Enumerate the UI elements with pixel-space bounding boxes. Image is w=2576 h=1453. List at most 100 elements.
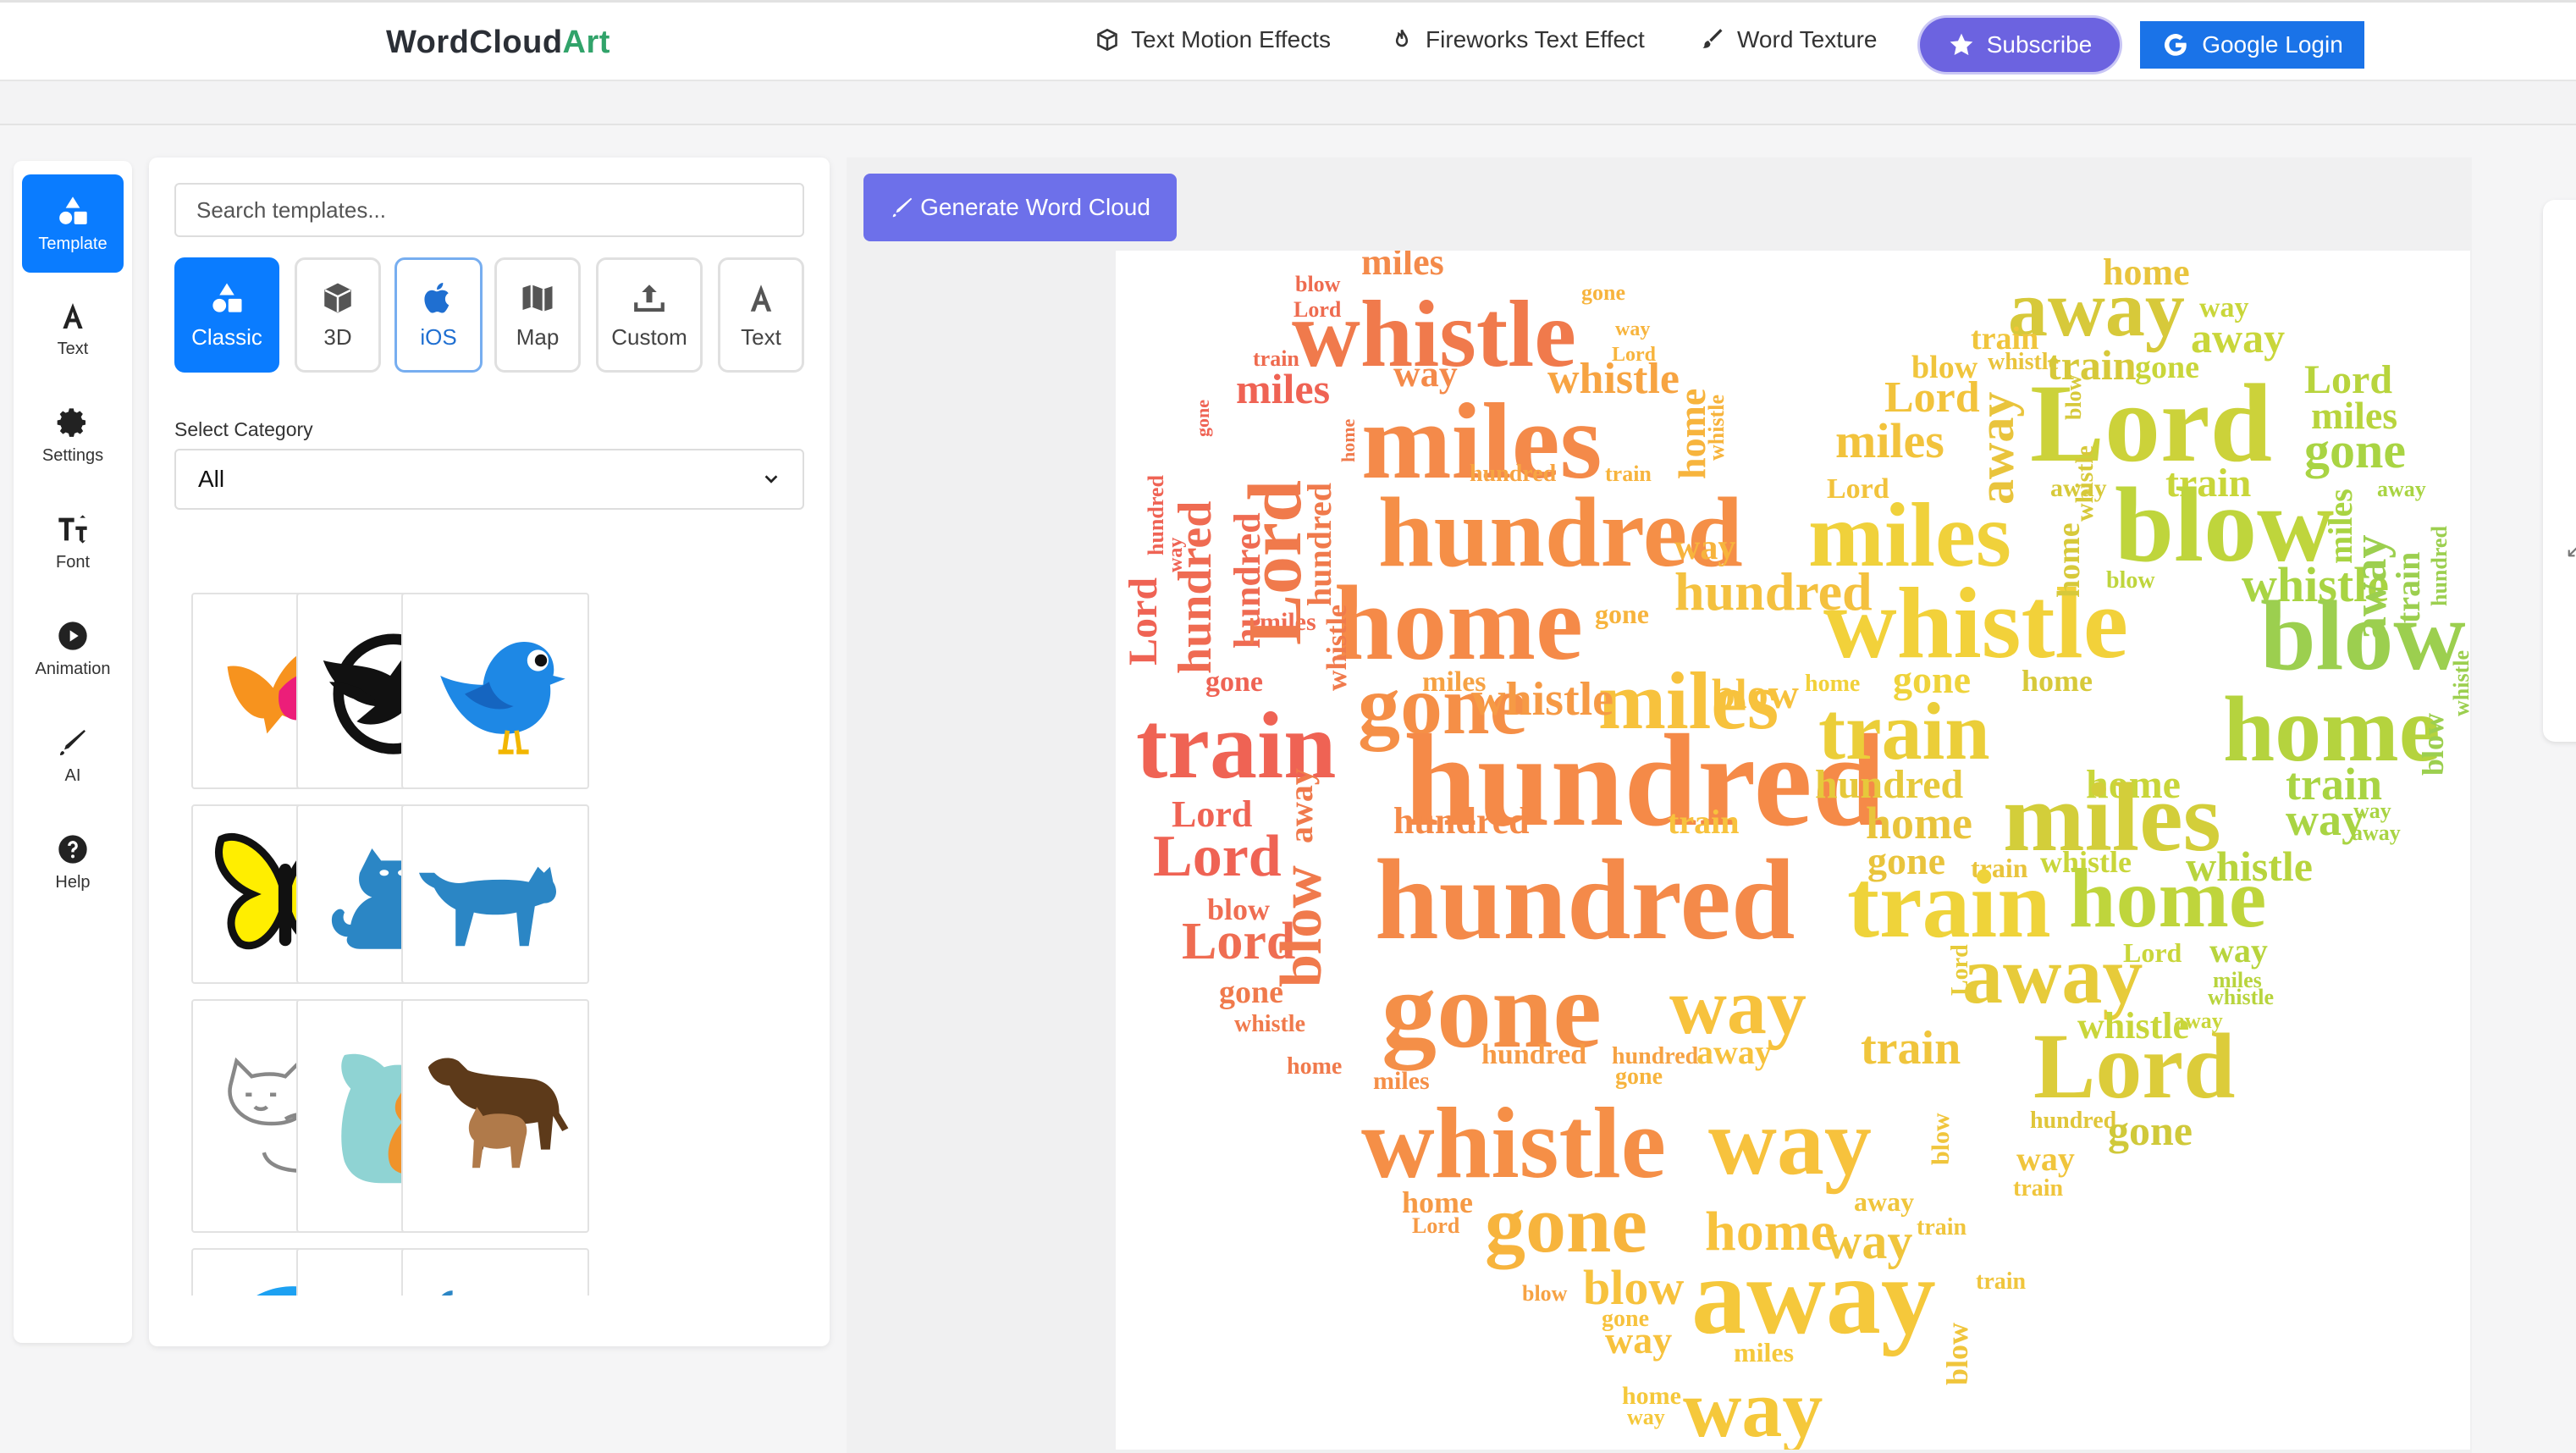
nav-word-texture[interactable]: Word Texture	[1702, 26, 1877, 53]
sub-toolbar	[0, 81, 2576, 125]
tab-label: iOS	[420, 323, 457, 350]
template-tile[interactable]	[401, 593, 589, 789]
pen-icon	[60, 729, 85, 755]
cloud-word: gone	[1192, 400, 1213, 437]
sidebar-item-text[interactable]: Text	[22, 279, 124, 378]
cloud-word: whistle	[2449, 650, 2470, 716]
cloud-word: train	[1668, 803, 1739, 841]
cloud-word: miles	[1835, 413, 1944, 468]
cloud-word: away	[2352, 820, 2401, 845]
category-select[interactable]: All	[174, 449, 804, 510]
cloud-word: way	[1615, 318, 1650, 340]
template-tile[interactable]	[401, 999, 589, 1233]
question-icon	[58, 834, 87, 864]
category-label: Select Category	[174, 418, 313, 440]
template-tile[interactable]	[401, 804, 589, 984]
cloud-word: home	[2051, 522, 2087, 598]
cube-icon	[1097, 28, 1117, 52]
cube-icon	[324, 283, 351, 312]
logo-main: WordCloud	[386, 25, 563, 60]
nav-text-motion-effects[interactable]: Text Motion Effects	[1095, 26, 1331, 53]
expand-arrow-icon[interactable]: ↙	[2565, 537, 2576, 563]
bluebird-icon	[440, 642, 565, 754]
cloud-word: away	[2377, 477, 2426, 501]
cloud-word: miles	[1361, 251, 1444, 283]
cloud-word: home	[1338, 418, 1359, 462]
cloud-word: Lord	[1121, 577, 1166, 666]
cloud-word: home	[1287, 1053, 1342, 1080]
template-grid	[191, 593, 787, 1296]
cloud-word: whistle	[1321, 605, 1353, 691]
search-templates-input[interactable]	[174, 183, 804, 237]
cloud-word: hundred	[2030, 1108, 2117, 1134]
generate-word-cloud-button[interactable]: Generate Word Cloud	[863, 174, 1177, 241]
templates-panel: Classic 3D iOS Map Custom Text Select Ca…	[149, 157, 830, 1346]
sidebar-item-settings[interactable]: Settings	[22, 386, 124, 484]
sidebar-item-ai[interactable]: AI	[22, 706, 124, 804]
sidebar-item-label: Help	[55, 872, 91, 892]
right-panel-collapsed[interactable]	[2543, 200, 2576, 742]
cloud-word: way	[1605, 1318, 1672, 1362]
google-icon	[2165, 34, 2187, 56]
tab-custom[interactable]: Custom	[596, 257, 703, 373]
cloud-word: Lord	[1947, 944, 1973, 996]
cloud-word: blow	[1940, 1323, 1974, 1385]
cloud-word: train	[2389, 552, 2427, 623]
cloud-word: train	[1917, 1214, 1967, 1240]
sidebar-item-label: Animation	[35, 659, 111, 678]
cloud-word: gone	[1595, 599, 1649, 629]
font-size-icon	[58, 514, 87, 544]
site-logo[interactable]: WordCloudArt	[386, 25, 610, 61]
cloud-word: Lord	[1412, 1213, 1460, 1238]
fire-icon	[1395, 29, 1409, 47]
cloud-word: train	[1605, 461, 1652, 486]
sidebar-item-animation[interactable]: Animation	[22, 599, 124, 698]
cloud-word: hundred	[1169, 501, 1222, 674]
cloud-word: train	[2013, 1175, 2064, 1202]
cloud-word: whistle	[2071, 445, 2099, 522]
sidebar-item-label: Text	[57, 339, 89, 358]
cloud-word: blow	[1269, 865, 1334, 987]
cloud-word: away	[1696, 1033, 1772, 1071]
cloud-word: Lord	[1153, 824, 1282, 889]
tab-label: 3D	[323, 323, 352, 350]
cloud-word: train	[1976, 1268, 2027, 1295]
cloud-word: away	[1968, 392, 2024, 505]
cloud-word: blow	[2061, 374, 2086, 420]
word-cloud-canvas[interactable]: miles blow Lord whistle train gone way L…	[1116, 251, 2470, 1450]
cloud-word: way	[1683, 1363, 1823, 1450]
brush-icon	[1702, 29, 1723, 48]
sidebar-item-label: Template	[38, 234, 108, 253]
star-icon	[1950, 33, 1973, 56]
tab-3d[interactable]: 3D	[295, 257, 381, 373]
sidebar-item-font[interactable]: Font	[22, 493, 124, 591]
logo-accent: Art	[562, 25, 610, 60]
tab-ios[interactable]: iOS	[394, 257, 483, 373]
cloud-word: way	[1627, 1405, 1665, 1429]
cloud-word: way	[1708, 1090, 1872, 1195]
text-icon	[750, 284, 772, 312]
tab-label: Map	[516, 323, 560, 350]
cloud-word: away	[2191, 314, 2285, 362]
cloud-word: whistle	[2208, 985, 2274, 1009]
cloud-word: miles	[1236, 365, 1330, 412]
dogs-icon	[427, 1058, 569, 1168]
cloud-word: way	[2016, 1140, 2075, 1178]
cloud-word: blow	[2416, 713, 2450, 776]
sidebar-item-template[interactable]: Template	[22, 174, 124, 273]
sidebar-item-help[interactable]: Help	[22, 813, 124, 911]
play-icon	[58, 621, 87, 650]
cloud-word: away	[1854, 1186, 1914, 1217]
template-tile[interactable]	[401, 1248, 589, 1296]
dog-silhouette-icon	[441, 1290, 453, 1296]
google-login-label: Google Login	[2202, 31, 2343, 58]
sidebar-item-label: Font	[55, 552, 91, 572]
tab-text[interactable]: Text	[718, 257, 804, 373]
google-login-button[interactable]: Google Login	[2140, 21, 2364, 69]
tab-classic[interactable]: Classic	[174, 257, 279, 373]
tab-map[interactable]: Map	[494, 257, 581, 373]
cloud-word: gone	[1485, 1179, 1647, 1269]
nav-fireworks-text-effect[interactable]: Fireworks Text Effect	[1390, 26, 1645, 53]
subscribe-button[interactable]: Subscribe	[1920, 18, 2120, 72]
cloud-word: hundred	[1393, 800, 1530, 842]
